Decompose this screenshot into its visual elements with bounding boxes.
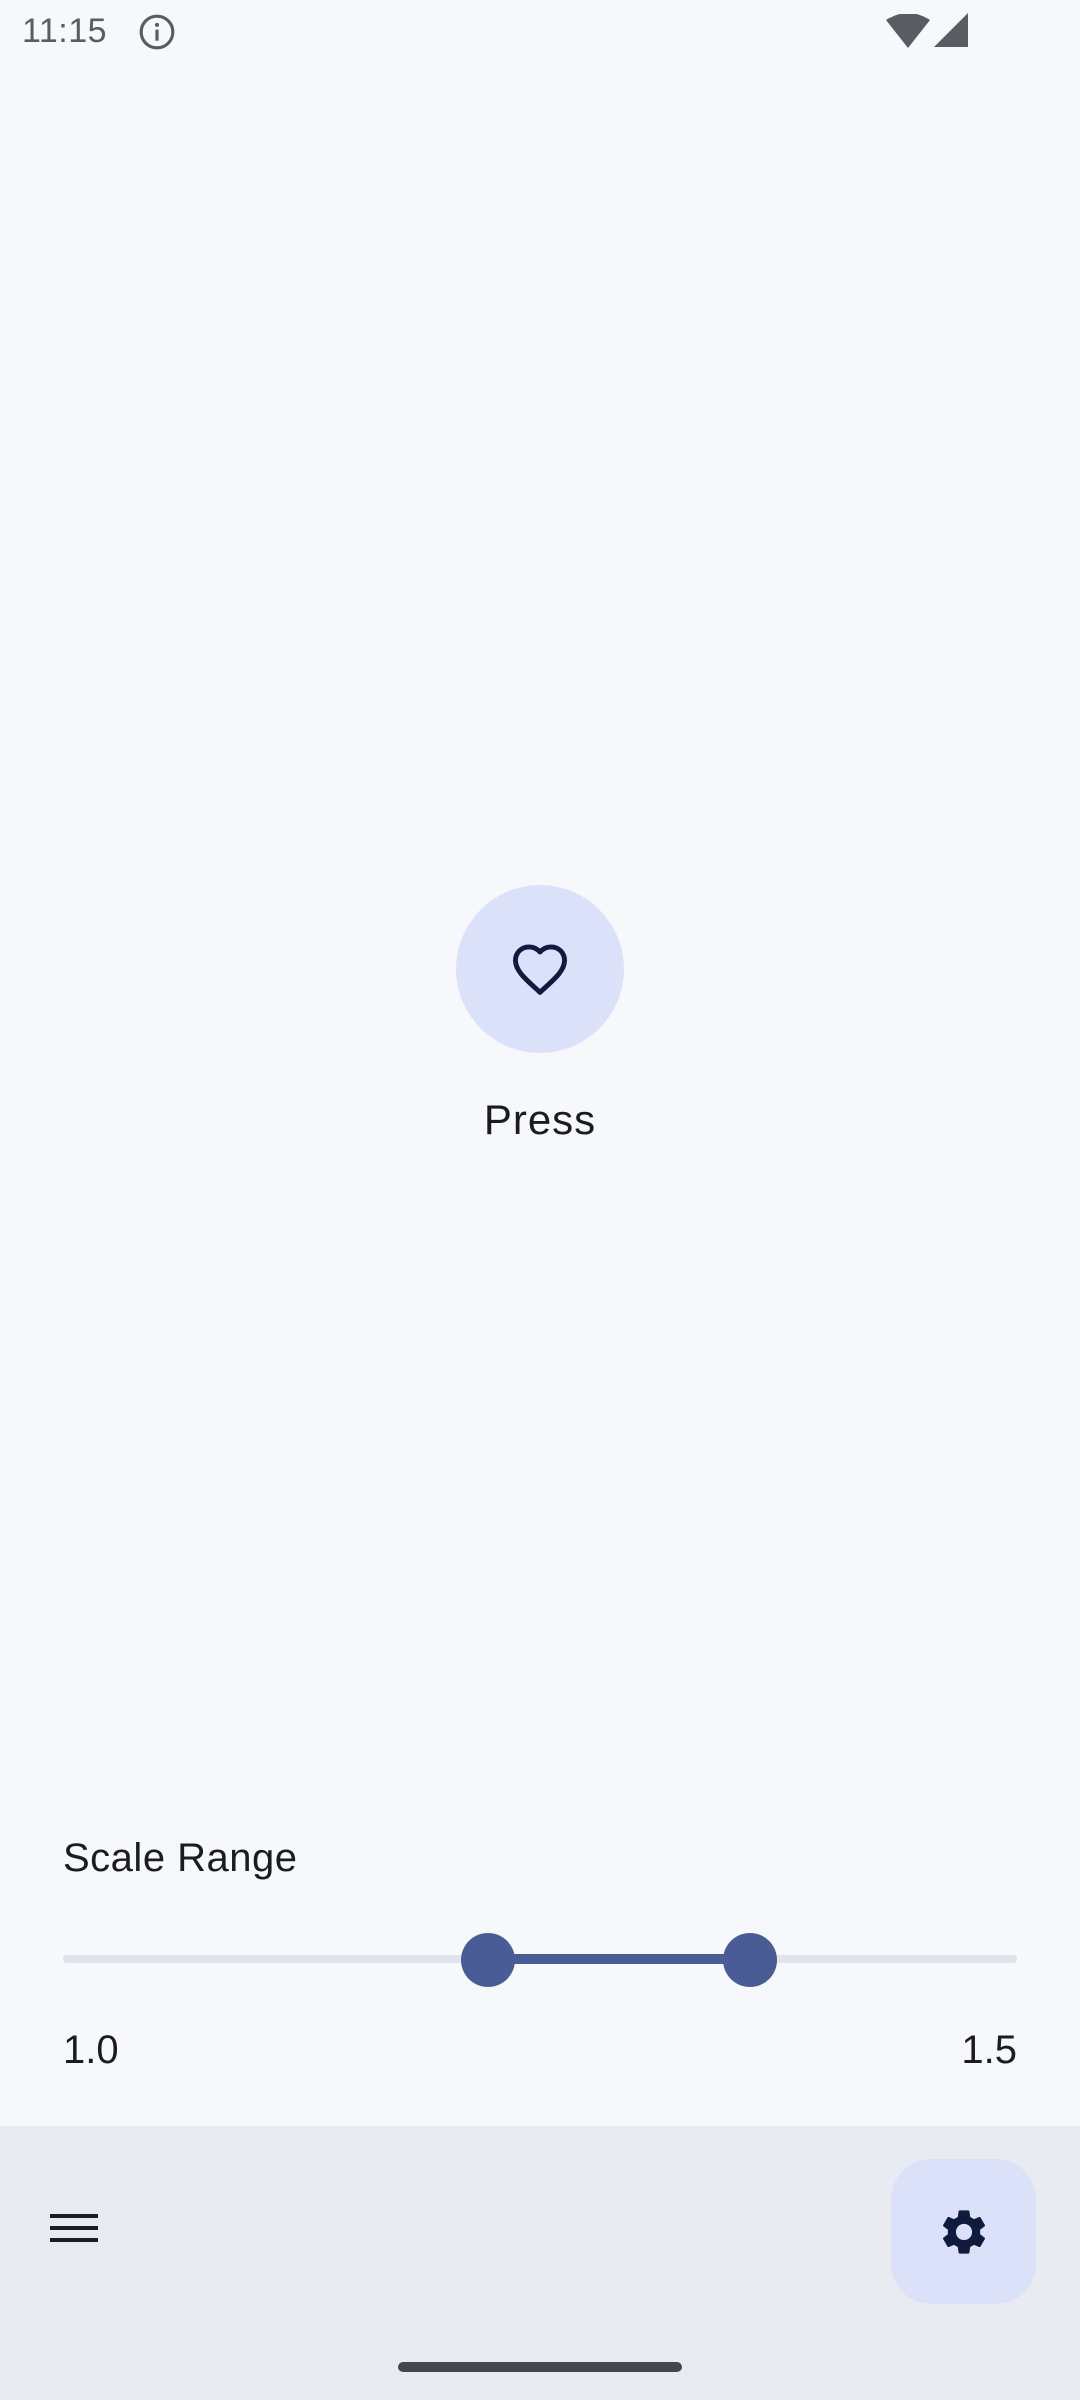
wifi-icon	[886, 14, 930, 48]
home-indicator[interactable]	[398, 2362, 682, 2372]
slider-thumb-upper[interactable]	[723, 1933, 777, 1987]
app-screen: 11:15 Press Scale Range 1.0 1.5	[0, 0, 1080, 2400]
menu-button[interactable]	[40, 2194, 108, 2262]
signal-icon	[934, 13, 968, 47]
info-icon	[139, 14, 175, 50]
gear-icon	[942, 2209, 985, 2254]
range-max-label: 1.5	[961, 2028, 1017, 2072]
scale-range-slider[interactable]	[63, 1930, 1017, 1988]
status-time: 11:15	[22, 12, 108, 50]
status-bar: 11:15	[0, 0, 1080, 64]
range-min-label: 1.0	[63, 2028, 119, 2072]
scale-range-title: Scale Range	[63, 1836, 298, 1880]
menu-icon	[50, 2214, 98, 2242]
bottom-app-bar	[0, 2126, 1080, 2400]
press-label: Press	[483, 1096, 597, 1143]
slider-thumb-lower[interactable]	[461, 1933, 515, 1987]
slider-active-track	[488, 1954, 750, 1964]
heart-outline-icon	[513, 944, 567, 995]
press-button[interactable]	[456, 885, 624, 1053]
settings-fab[interactable]	[891, 2159, 1036, 2304]
